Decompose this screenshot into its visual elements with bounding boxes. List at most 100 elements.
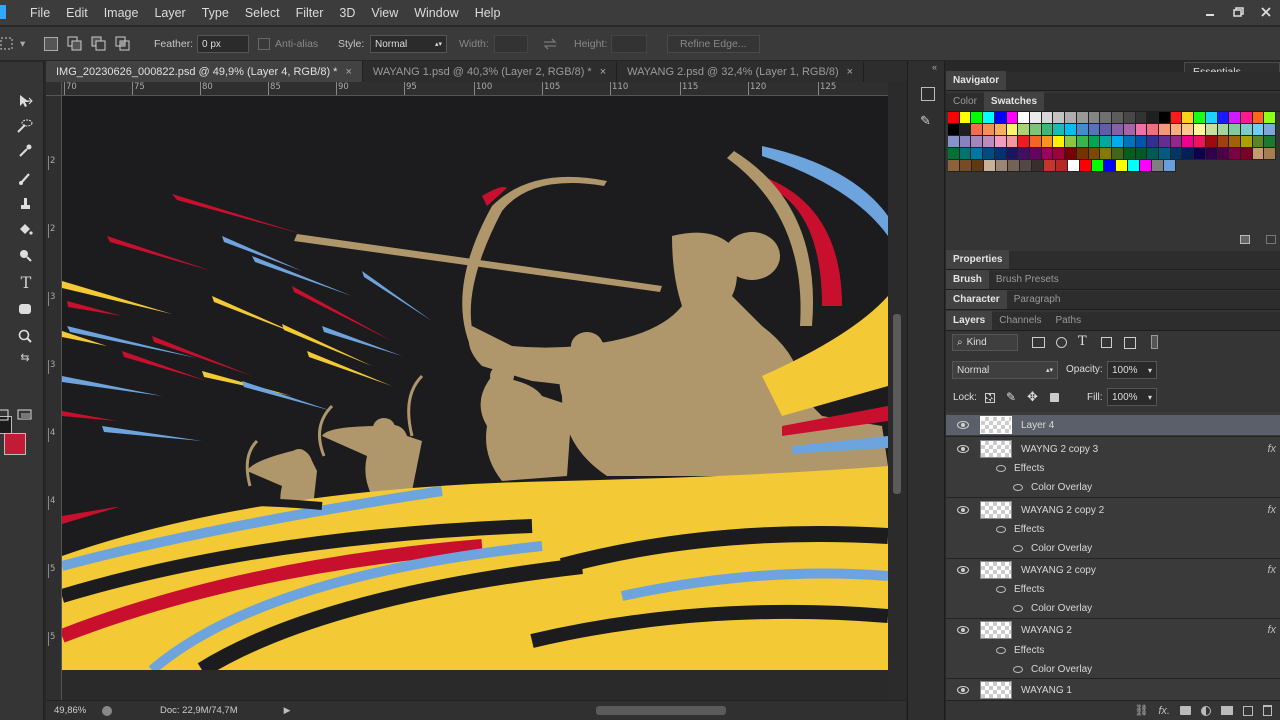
tab-paths[interactable]: Paths (1049, 311, 1089, 330)
swatch[interactable] (1056, 160, 1068, 172)
tab-navigator[interactable]: Navigator (946, 71, 1007, 90)
swatch[interactable] (1205, 148, 1218, 160)
tab-wayang-2[interactable]: WAYANG 2.psd @ 32,4% (Layer 1, RGB/8) × (617, 61, 865, 82)
swatch[interactable] (1088, 112, 1101, 124)
layer-name[interactable]: WAYANG 1 (1021, 685, 1072, 696)
tab-paragraph[interactable]: Paragraph (1007, 290, 1068, 309)
layer-name[interactable]: WAYANG 2 copy 2 (1021, 505, 1104, 516)
tab-character[interactable]: Character (946, 290, 1007, 309)
dropdown-icon[interactable]: ▾ (1148, 366, 1152, 375)
tab-wayang-1[interactable]: WAYANG 1.psd @ 40,3% (Layer 2, RGB/8) * × (363, 61, 618, 82)
swatch[interactable] (1252, 112, 1265, 124)
swatch[interactable] (994, 112, 1007, 124)
tab-img-20230626[interactable]: IMG_20230626_000822.psd @ 49,9% (Layer 4… (46, 61, 363, 82)
swatch[interactable] (1112, 112, 1124, 124)
effect-eye-icon[interactable] (1013, 604, 1023, 612)
swatch[interactable] (1041, 124, 1054, 136)
visibility-eye-icon[interactable] (957, 445, 969, 453)
swatch[interactable] (1065, 112, 1077, 124)
swatch[interactable] (1182, 136, 1195, 148)
swatch[interactable] (983, 148, 995, 160)
swatch[interactable] (1018, 136, 1031, 148)
visibility-eye-icon[interactable] (957, 566, 969, 574)
tab-channels[interactable]: Channels (992, 311, 1048, 330)
swatch[interactable] (971, 112, 984, 124)
paint-bucket-tool-icon[interactable] (14, 218, 36, 240)
swatch[interactable] (1123, 136, 1136, 148)
effects-eye-icon[interactable] (996, 464, 1006, 472)
status-menu-arrow-icon[interactable]: ▶ (284, 705, 291, 716)
swatch[interactable] (1030, 148, 1042, 160)
swatch[interactable] (1076, 148, 1089, 160)
swatch[interactable] (1182, 124, 1195, 136)
effects-eye-icon[interactable] (996, 646, 1006, 654)
scroll-thumb[interactable] (893, 314, 901, 494)
swatch[interactable] (1240, 124, 1253, 136)
lock-all-icon[interactable] (1050, 393, 1059, 402)
new-adjustment-icon[interactable] (1201, 705, 1211, 716)
swatch[interactable] (1100, 136, 1113, 148)
swatch[interactable] (1065, 124, 1077, 136)
layer-row-layer-4[interactable]: Layer 4 (946, 415, 1280, 435)
layer-row-wayang-2-copy-2[interactable]: WAYANG 2 copy 2 fx (946, 500, 1280, 520)
feather-input[interactable]: 0 px (197, 35, 249, 53)
swatch[interactable] (996, 160, 1008, 172)
swatch[interactable] (1147, 112, 1159, 124)
swatch[interactable] (1053, 112, 1066, 124)
swatch[interactable] (1041, 148, 1054, 160)
swatch[interactable] (984, 160, 996, 172)
tool-preset-arrow-icon[interactable]: ▾ (20, 27, 25, 61)
swatch[interactable] (1135, 136, 1148, 148)
swatch[interactable] (1006, 112, 1019, 124)
filter-pixel-icon[interactable] (1032, 337, 1045, 348)
swatch[interactable] (1065, 148, 1077, 160)
swatch[interactable] (1205, 124, 1218, 136)
swatch[interactable] (1147, 136, 1159, 148)
anti-alias-checkbox[interactable] (258, 38, 270, 50)
swatch[interactable] (1140, 160, 1152, 172)
new-selection-icon[interactable] (44, 27, 58, 61)
swatch[interactable] (1264, 112, 1277, 124)
menu-help[interactable]: Help (467, 0, 509, 26)
swatch[interactable] (1020, 160, 1032, 172)
swatch[interactable] (1147, 148, 1159, 160)
history-panel-icon[interactable] (921, 87, 935, 101)
quick-selection-tool-icon[interactable] (14, 115, 36, 137)
effect-eye-icon[interactable] (1013, 483, 1023, 491)
swatch[interactable] (1229, 136, 1241, 148)
swatch[interactable] (1152, 160, 1164, 172)
swatch[interactable] (983, 124, 995, 136)
swatch[interactable] (1229, 112, 1241, 124)
swatch[interactable] (1128, 160, 1140, 172)
filter-adjustment-icon[interactable] (1056, 337, 1067, 348)
menu-3d[interactable]: 3D (331, 0, 363, 26)
swatch[interactable] (1018, 124, 1031, 136)
swatch[interactable] (1053, 136, 1066, 148)
dropdown-icon[interactable]: ▾ (1148, 393, 1152, 402)
screen-mode-icon[interactable] (14, 404, 36, 426)
swatch[interactable] (1053, 148, 1066, 160)
swatch[interactable] (1135, 124, 1148, 136)
effect-eye-icon[interactable] (1013, 665, 1023, 673)
lock-transparent-icon[interactable] (985, 393, 995, 403)
swatch[interactable] (1205, 112, 1218, 124)
background-color-swatch[interactable] (4, 433, 26, 455)
swatch[interactable] (1088, 136, 1101, 148)
document-canvas[interactable] (62, 96, 888, 700)
tab-brush-presets[interactable]: Brush Presets (989, 270, 1066, 289)
swatch[interactable] (1053, 124, 1066, 136)
filter-kind-select[interactable]: ⌕ Kind (952, 334, 1018, 351)
close-window-icon[interactable] (1252, 2, 1280, 22)
share-icon[interactable] (102, 705, 112, 716)
fx-icon[interactable]: fx (1267, 624, 1276, 636)
swatch[interactable] (1104, 160, 1116, 172)
move-tool-icon[interactable] (14, 90, 36, 112)
visibility-eye-icon[interactable] (957, 421, 969, 429)
swatch[interactable] (1006, 124, 1019, 136)
swatch[interactable] (1217, 148, 1230, 160)
swatch[interactable] (1194, 124, 1206, 136)
filter-smart-object-icon[interactable] (1124, 337, 1136, 349)
blend-mode-select[interactable]: Normal ▴▾ (952, 361, 1058, 379)
visibility-eye-icon[interactable] (957, 686, 969, 694)
fx-icon[interactable]: fx (1267, 504, 1276, 516)
